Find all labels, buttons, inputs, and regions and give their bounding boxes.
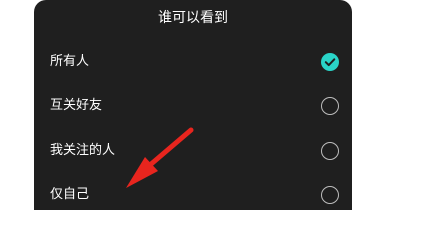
option-everyone[interactable]: 所有人: [34, 40, 352, 84]
option-mutual-friends[interactable]: 互关好友: [34, 84, 352, 128]
visibility-sheet: 谁可以看到 所有人 互关好友 我关注的人 仅自己: [34, 0, 352, 210]
option-label: 互关好友: [50, 98, 103, 113]
screenshot: 谁可以看到 所有人 互关好友 我关注的人 仅自己: [0, 0, 447, 210]
radio-circle-icon[interactable]: [321, 186, 339, 204]
radio-circle-icon[interactable]: [321, 142, 339, 160]
option-people-i-follow[interactable]: 我关注的人: [34, 129, 352, 173]
check-circle-icon[interactable]: [321, 53, 339, 71]
option-label: 所有人: [50, 54, 90, 69]
option-only-me[interactable]: 仅自己: [34, 173, 352, 210]
radio-circle-icon[interactable]: [321, 97, 339, 115]
sheet-title: 谁可以看到: [158, 10, 228, 26]
option-label: 我关注的人: [50, 143, 116, 158]
option-label: 仅自己: [50, 187, 90, 202]
